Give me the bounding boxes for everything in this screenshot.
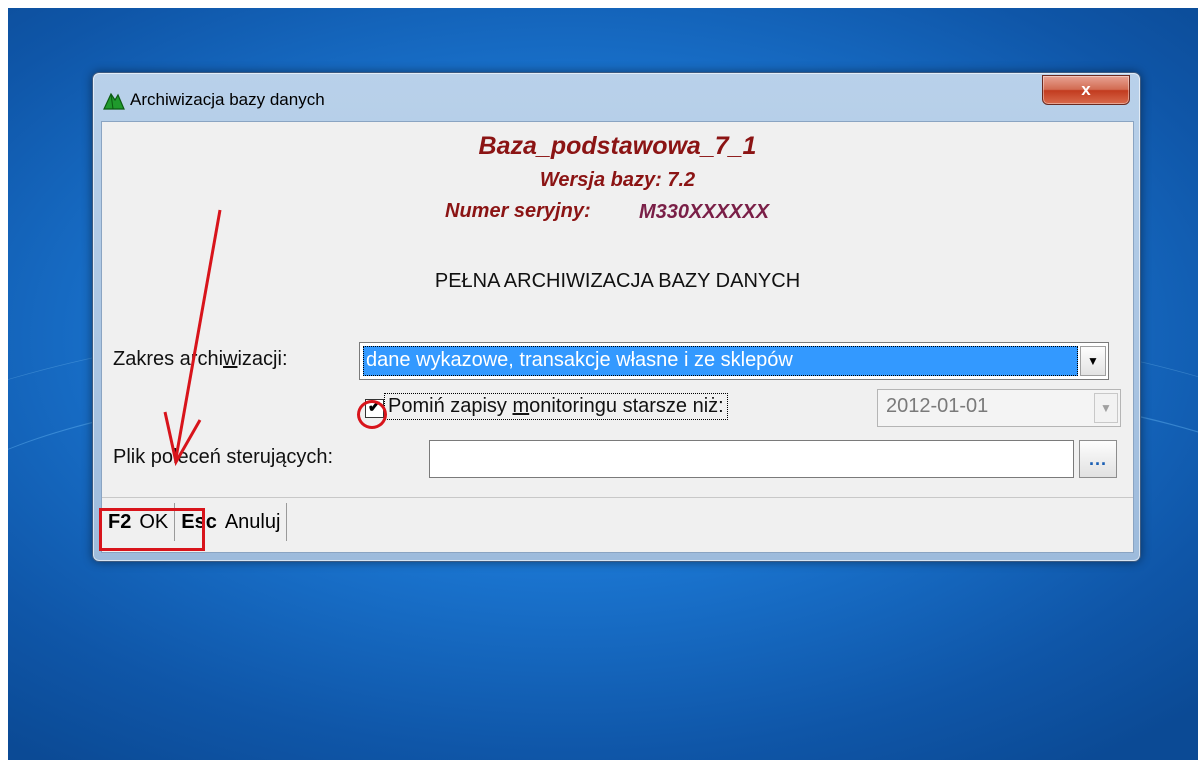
annotation-arrow	[163, 209, 222, 467]
